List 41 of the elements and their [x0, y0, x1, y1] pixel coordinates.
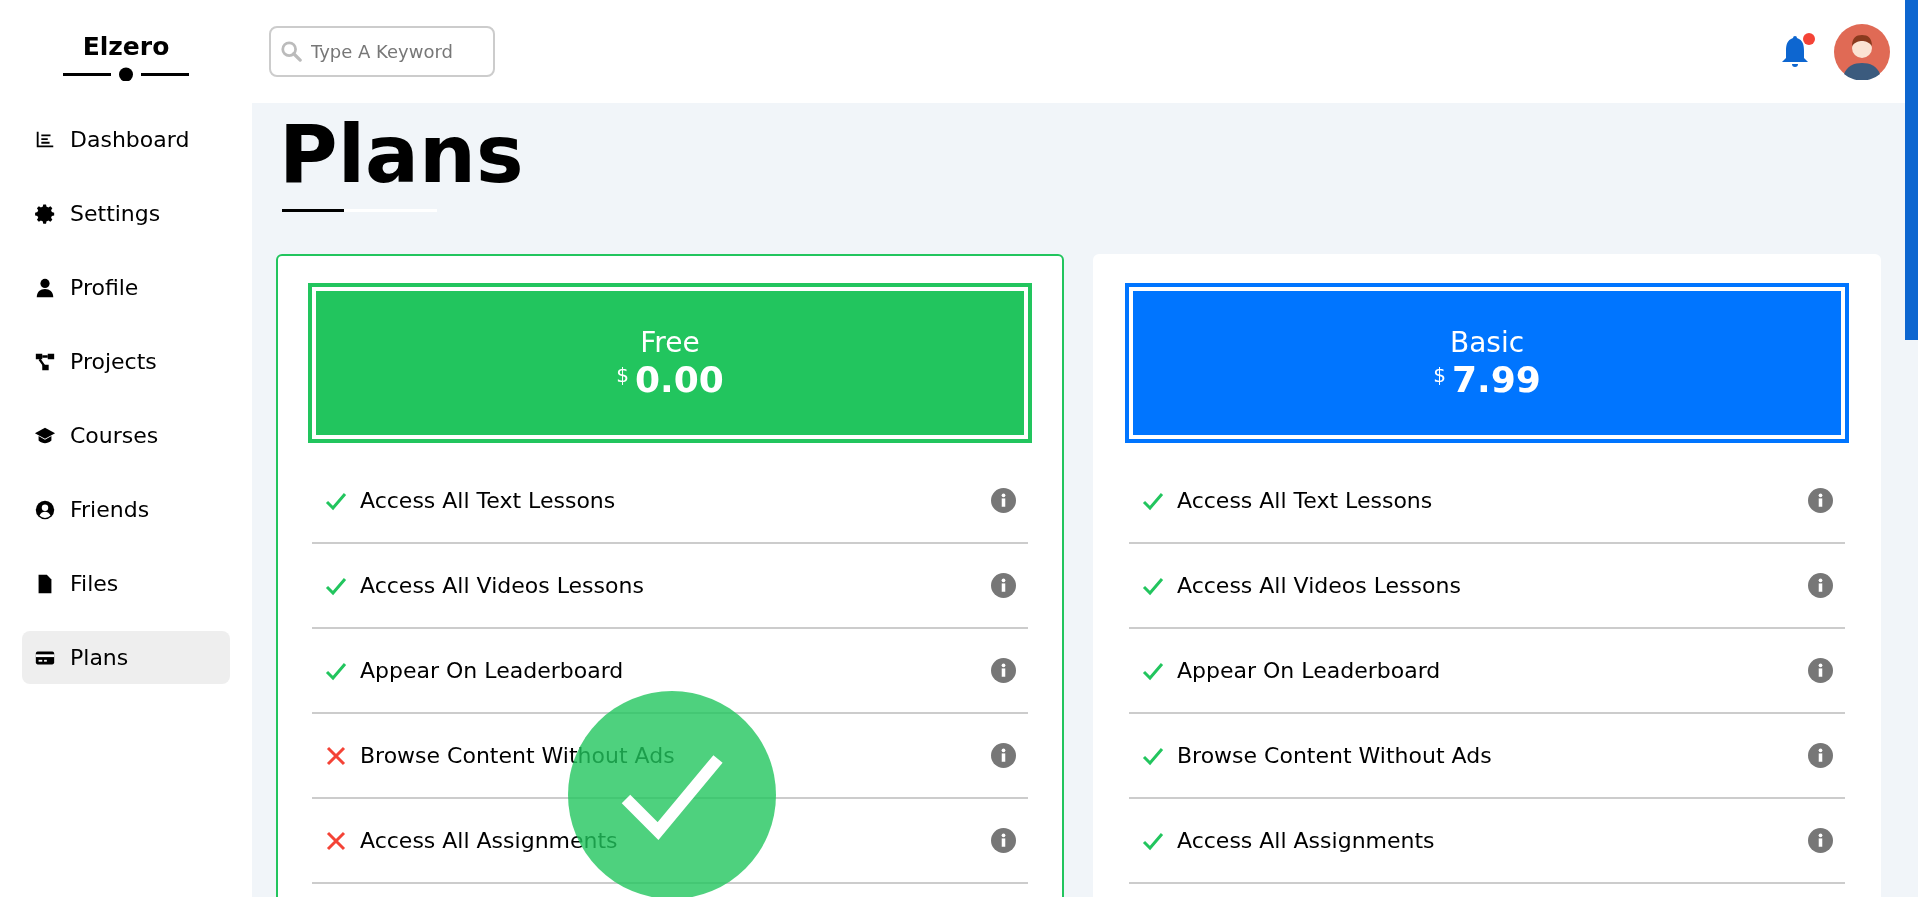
feature-label: Access All Videos Lessons	[1177, 573, 1462, 598]
sidebar-item[interactable]: Settings	[22, 187, 230, 240]
search-icon	[280, 40, 302, 62]
info-icon[interactable]	[991, 488, 1016, 513]
search-field[interactable]: Type A Keyword	[269, 26, 495, 77]
sidebar-item[interactable]: Friends	[22, 483, 230, 536]
info-icon[interactable]	[1808, 743, 1833, 768]
sidebar-item[interactable]: Plans	[22, 631, 230, 684]
feature-label: Access All Videos Lessons	[360, 573, 645, 598]
currency-symbol: $	[1433, 363, 1446, 387]
plan-price: 0.00	[634, 359, 724, 400]
feature-label: Access All Assignments	[1177, 828, 1436, 853]
feature-label: Access All Text Lessons	[1177, 488, 1434, 513]
info-icon[interactable]	[1808, 488, 1833, 513]
plan-name: Free	[640, 326, 700, 359]
plan-name: Basic	[1449, 326, 1525, 359]
plan-price: 7.99	[1451, 359, 1541, 400]
sidebar-item[interactable]: Courses	[22, 409, 230, 462]
page-title: Plans	[279, 107, 525, 203]
info-icon[interactable]	[991, 658, 1016, 683]
info-icon[interactable]	[991, 828, 1016, 853]
avatar[interactable]	[1834, 23, 1890, 80]
sidebar-item[interactable]: Files	[22, 557, 230, 610]
info-icon[interactable]	[1808, 658, 1833, 683]
currency-symbol: $	[616, 363, 629, 387]
feature-label: Browse Content Without Ads	[1177, 743, 1493, 768]
user-circle-icon	[34, 498, 56, 521]
feature-label: Access All Text Lessons	[360, 488, 617, 513]
feature-label: Appear On Leaderboard	[1177, 658, 1442, 683]
info-icon[interactable]	[1808, 573, 1833, 598]
sidebar-item[interactable]: Dashboard	[22, 113, 230, 166]
info-icon[interactable]	[991, 573, 1016, 598]
sidebar-item[interactable]: Profile	[22, 261, 230, 314]
info-icon[interactable]	[991, 743, 1016, 768]
feature-label: Appear On Leaderboard	[360, 658, 625, 683]
info-icon[interactable]	[1808, 828, 1833, 853]
user-icon	[34, 276, 56, 299]
sidebar-item[interactable]: Projects	[22, 335, 230, 388]
logo: Elzero	[82, 32, 170, 61]
settings-icon	[34, 202, 56, 225]
scrollbar-thumb[interactable]	[1905, 0, 1918, 340]
